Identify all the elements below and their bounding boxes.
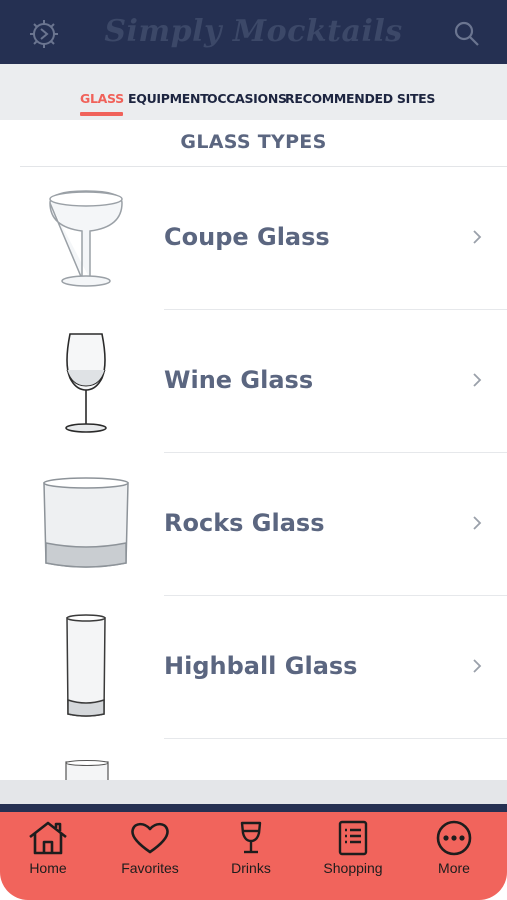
wine-glass-image bbox=[65, 333, 107, 433]
list-item-label: Wine Glass bbox=[164, 366, 314, 394]
heart-icon bbox=[131, 822, 169, 854]
rocks-glass-image bbox=[43, 477, 129, 568]
tab-glass[interactable]: GLASS bbox=[80, 91, 124, 106]
nav-label: Shopping bbox=[323, 860, 383, 876]
chevron-right-icon bbox=[473, 373, 482, 387]
app-title: Simply Mocktails bbox=[104, 14, 403, 49]
nav-label: Drinks bbox=[231, 860, 271, 876]
list-item-highball-glass[interactable]: Highball Glass bbox=[0, 596, 507, 739]
drink-glass-icon bbox=[240, 821, 262, 854]
tab-equipment[interactable]: EQUIPMENT bbox=[128, 91, 209, 106]
shopping-list-icon bbox=[338, 820, 368, 856]
category-tabs: GLASS EQUIPMENT OCCASIONS RECOMMENDED SI… bbox=[0, 64, 507, 120]
chevron-right-icon bbox=[473, 516, 482, 530]
tab-occasions[interactable]: OCCASIONS bbox=[207, 91, 287, 106]
app-header: Simply Mocktails bbox=[0, 0, 507, 64]
nav-favorites[interactable]: Favorites bbox=[100, 820, 200, 876]
more-dots-icon bbox=[436, 820, 472, 856]
list-item-label: Coupe Glass bbox=[164, 223, 330, 251]
active-tab-indicator bbox=[80, 112, 123, 116]
nav-shopping[interactable]: Shopping bbox=[303, 820, 403, 876]
nav-label: More bbox=[438, 860, 470, 876]
chevron-right-icon bbox=[473, 230, 482, 244]
bottom-navigation: Home Favorites Drinks Shopping More bbox=[0, 812, 507, 900]
list-footer-spacer bbox=[0, 780, 507, 804]
home-icon bbox=[29, 821, 67, 855]
glass-image bbox=[65, 760, 109, 780]
coupe-glass-image bbox=[49, 190, 123, 287]
list-item-wine-glass[interactable]: Wine Glass bbox=[0, 310, 507, 453]
nav-drinks[interactable]: Drinks bbox=[201, 820, 301, 876]
chevron-right-icon bbox=[473, 659, 482, 673]
list-item-coupe-glass[interactable]: Coupe Glass bbox=[0, 167, 507, 310]
list-item-rocks-glass[interactable]: Rocks Glass bbox=[0, 453, 507, 596]
nav-home[interactable]: Home bbox=[0, 820, 98, 876]
tab-recommended-sites[interactable]: RECOMMENDED SITES bbox=[285, 91, 435, 106]
nav-more[interactable]: More bbox=[404, 820, 504, 876]
divider bbox=[0, 804, 507, 812]
list-item-label: Highball Glass bbox=[164, 652, 358, 680]
highball-glass-image bbox=[66, 614, 106, 717]
section-title: GLASS TYPES bbox=[180, 131, 327, 153]
divider bbox=[164, 738, 507, 739]
nav-label: Home bbox=[29, 860, 67, 876]
list-item-partial[interactable] bbox=[0, 740, 507, 780]
search-icon[interactable] bbox=[452, 19, 482, 49]
nav-label: Favorites bbox=[121, 860, 179, 876]
list-item-label: Rocks Glass bbox=[164, 509, 325, 537]
